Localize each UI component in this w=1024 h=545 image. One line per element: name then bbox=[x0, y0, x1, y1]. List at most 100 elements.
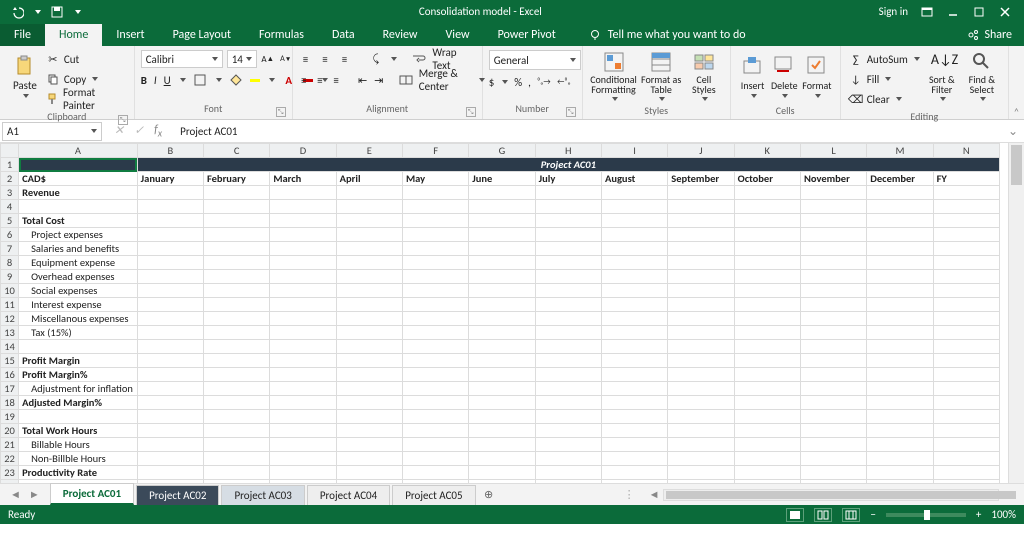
zoom-slider[interactable] bbox=[886, 513, 966, 517]
insert-cells-button[interactable]: Insert bbox=[737, 48, 769, 104]
row-header[interactable]: 16 bbox=[1, 368, 19, 382]
cell[interactable] bbox=[535, 480, 601, 484]
cell[interactable] bbox=[601, 438, 667, 452]
cell[interactable] bbox=[734, 270, 800, 284]
cell[interactable] bbox=[535, 452, 601, 466]
cell[interactable] bbox=[668, 354, 734, 368]
format-cells-button[interactable]: Format bbox=[800, 48, 834, 104]
column-header[interactable]: G bbox=[469, 144, 535, 158]
cell[interactable] bbox=[535, 410, 601, 424]
tab-power-pivot[interactable]: Power Pivot bbox=[484, 24, 570, 46]
cell[interactable] bbox=[668, 270, 734, 284]
tab-page-layout[interactable]: Page Layout bbox=[159, 24, 245, 46]
cell[interactable] bbox=[402, 270, 468, 284]
cell[interactable] bbox=[402, 242, 468, 256]
cell[interactable] bbox=[203, 228, 269, 242]
increase-indent-button[interactable]: ⇥ bbox=[374, 73, 384, 87]
align-middle-button[interactable]: ≡ bbox=[318, 52, 332, 66]
cell[interactable] bbox=[270, 312, 336, 326]
cell[interactable] bbox=[402, 368, 468, 382]
row-header[interactable]: 18 bbox=[1, 396, 19, 410]
percent-format-button[interactable]: % bbox=[514, 76, 522, 89]
cell[interactable] bbox=[933, 312, 999, 326]
cell[interactable] bbox=[137, 340, 203, 354]
cell[interactable]: May bbox=[402, 172, 468, 186]
cell[interactable]: Profit Margin bbox=[19, 354, 138, 368]
cell[interactable] bbox=[933, 410, 999, 424]
cell[interactable] bbox=[270, 452, 336, 466]
cell[interactable]: Salaries and benefits bbox=[19, 242, 138, 256]
cell[interactable] bbox=[203, 256, 269, 270]
conditional-formatting-button[interactable]: Conditional Formatting bbox=[589, 48, 639, 104]
cell[interactable] bbox=[469, 242, 535, 256]
cell[interactable] bbox=[734, 326, 800, 340]
cell[interactable] bbox=[402, 340, 468, 354]
comma-format-button[interactable]: , bbox=[528, 76, 531, 89]
cell[interactable] bbox=[867, 466, 933, 480]
cell[interactable] bbox=[867, 354, 933, 368]
sheet-tab[interactable]: Project AC05 bbox=[392, 485, 475, 505]
sheet-tab[interactable]: Project AC03 bbox=[221, 485, 304, 505]
cell[interactable] bbox=[933, 228, 999, 242]
dialog-launcher-icon[interactable]: ⤡ bbox=[566, 107, 576, 117]
cell[interactable] bbox=[336, 424, 402, 438]
cell[interactable] bbox=[137, 326, 203, 340]
cell[interactable] bbox=[469, 200, 535, 214]
tab-view[interactable]: View bbox=[432, 24, 484, 46]
format-as-table-button[interactable]: Format as Table bbox=[638, 48, 684, 104]
align-center-button[interactable]: ≡ bbox=[315, 73, 325, 87]
cell[interactable] bbox=[137, 312, 203, 326]
cell[interactable] bbox=[336, 200, 402, 214]
undo-history-icon[interactable] bbox=[10, 5, 24, 19]
cell[interactable]: Revenue bbox=[19, 186, 138, 200]
cell[interactable] bbox=[800, 256, 866, 270]
cell[interactable] bbox=[469, 312, 535, 326]
cell[interactable] bbox=[933, 270, 999, 284]
cell[interactable] bbox=[734, 410, 800, 424]
cell[interactable] bbox=[402, 452, 468, 466]
cell[interactable]: July bbox=[535, 172, 601, 186]
cell[interactable] bbox=[800, 284, 866, 298]
cell[interactable] bbox=[933, 284, 999, 298]
zoom-in-button[interactable]: + bbox=[976, 508, 981, 521]
cell[interactable] bbox=[867, 200, 933, 214]
ribbon-display-icon[interactable] bbox=[920, 5, 934, 19]
cell[interactable] bbox=[469, 228, 535, 242]
cell[interactable] bbox=[800, 270, 866, 284]
find-select-button[interactable]: Find & Select bbox=[962, 48, 1002, 104]
page-layout-view-button[interactable] bbox=[814, 508, 832, 522]
cell[interactable] bbox=[535, 270, 601, 284]
cell[interactable] bbox=[137, 424, 203, 438]
zoom-out-button[interactable]: − bbox=[870, 508, 875, 521]
cell[interactable] bbox=[203, 214, 269, 228]
cell[interactable] bbox=[601, 326, 667, 340]
cell[interactable] bbox=[469, 256, 535, 270]
cell[interactable] bbox=[270, 382, 336, 396]
cell[interactable]: December bbox=[867, 172, 933, 186]
cell[interactable] bbox=[336, 270, 402, 284]
align-top-button[interactable]: ≡ bbox=[299, 52, 313, 66]
cell[interactable] bbox=[469, 298, 535, 312]
cell[interactable] bbox=[668, 438, 734, 452]
cell[interactable] bbox=[867, 312, 933, 326]
close-icon[interactable] bbox=[998, 5, 1012, 19]
cell[interactable] bbox=[336, 354, 402, 368]
cell[interactable] bbox=[469, 340, 535, 354]
column-header[interactable]: H bbox=[535, 144, 601, 158]
fill-color-button[interactable] bbox=[229, 73, 243, 87]
cell[interactable] bbox=[734, 438, 800, 452]
cell[interactable] bbox=[601, 214, 667, 228]
row-header[interactable]: 15 bbox=[1, 354, 19, 368]
cell[interactable] bbox=[734, 298, 800, 312]
cell[interactable] bbox=[469, 186, 535, 200]
cell[interactable] bbox=[336, 438, 402, 452]
cell[interactable] bbox=[668, 228, 734, 242]
sort-filter-button[interactable]: A↓ZSort & Filter bbox=[922, 48, 962, 104]
delete-cells-button[interactable]: Delete bbox=[768, 48, 800, 104]
cell[interactable] bbox=[734, 214, 800, 228]
cell[interactable] bbox=[469, 452, 535, 466]
cell[interactable] bbox=[402, 186, 468, 200]
cell[interactable] bbox=[867, 410, 933, 424]
underline-button[interactable]: U bbox=[164, 74, 171, 87]
horizontal-scrollbar[interactable]: ◄ ► bbox=[639, 488, 1024, 501]
